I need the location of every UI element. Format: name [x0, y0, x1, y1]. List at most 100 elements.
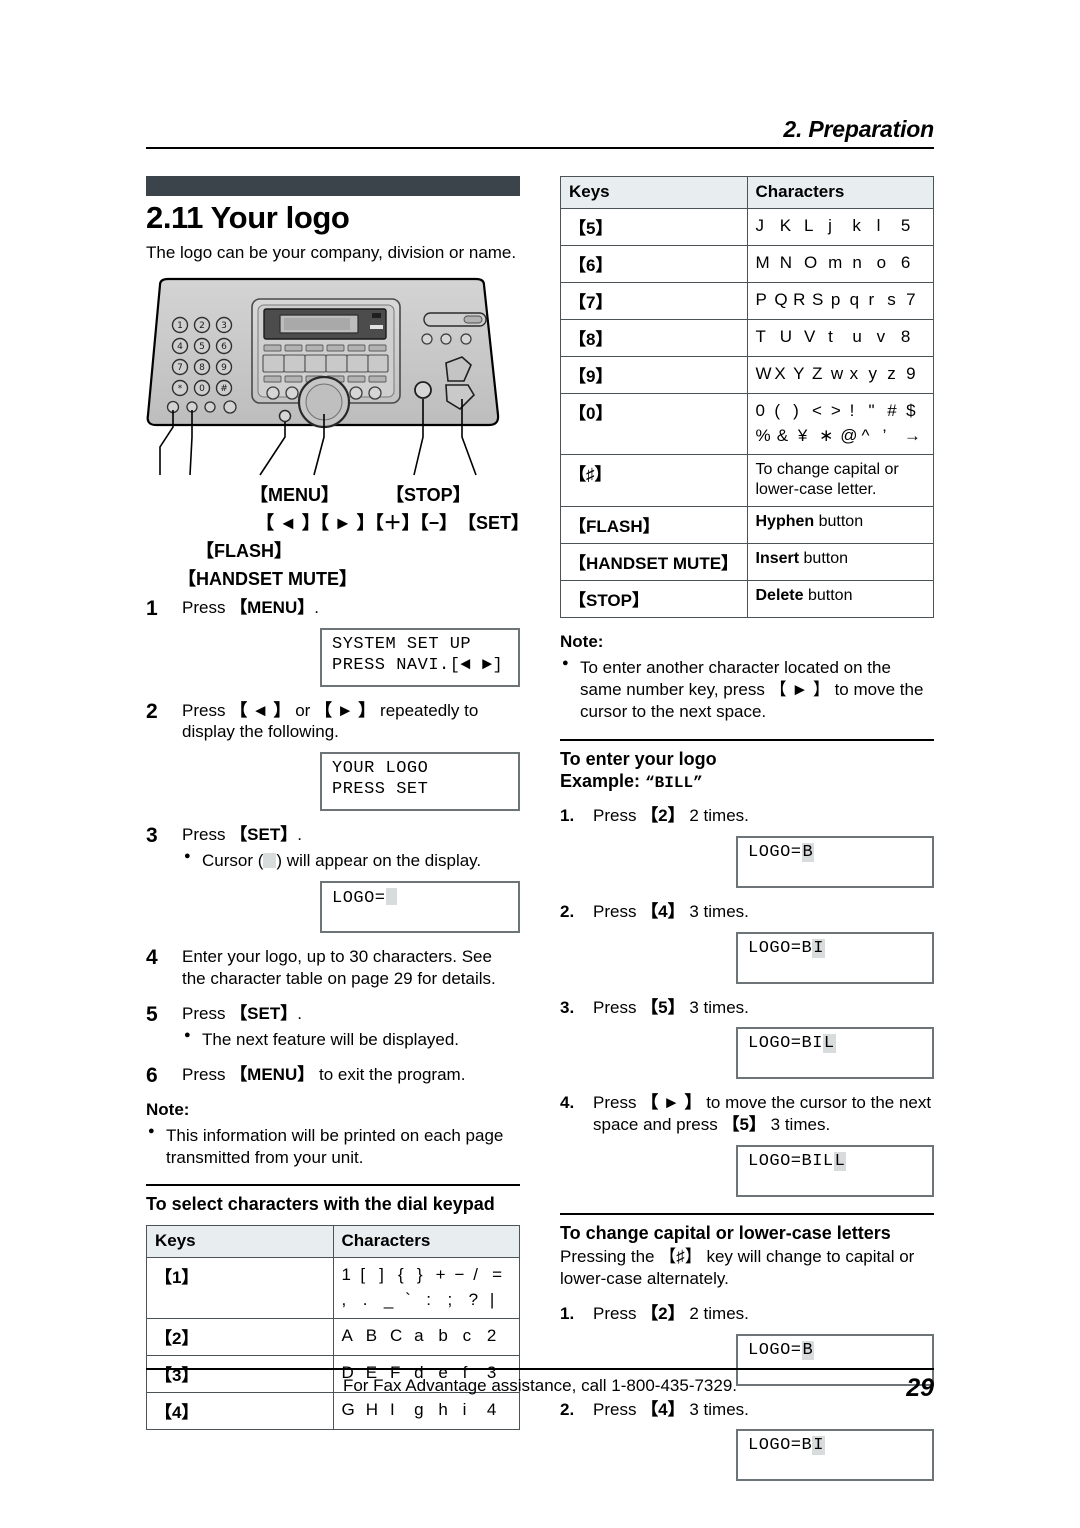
- enter-logo-example: Example: “BILL”: [560, 771, 934, 792]
- table-header-row: Keys Characters: [146, 1224, 520, 1258]
- step-4-number: 4: [146, 946, 158, 970]
- character: a: [414, 1326, 424, 1346]
- key-cell: 【HANDSET MUTE】: [560, 543, 748, 582]
- character: S: [811, 290, 824, 309]
- callout-stop: 【STOP】: [386, 485, 471, 506]
- table-row: 【9】 WXYZwxyz9: [560, 356, 934, 394]
- display-prefix: LOGO=: [748, 1151, 802, 1171]
- footer-row: For Fax Advantage assistance, call 1-800…: [146, 1374, 934, 1404]
- character: u: [852, 327, 862, 346]
- character: !: [849, 401, 855, 420]
- character: ;: [447, 1289, 453, 1309]
- characters-cell: Insert button: [746, 543, 934, 582]
- display-line-2: PRESS NAVI.[◄ ►]: [332, 655, 504, 675]
- table-row: 【6】 MNOmno6: [560, 245, 934, 283]
- callout-menu: 【MENU】: [250, 485, 339, 506]
- character: ]: [379, 1264, 384, 1284]
- step-5-number: 5: [146, 1002, 158, 1026]
- change-case-section: To change capital or lower-case letters …: [560, 1212, 934, 1482]
- svg-text:9: 9: [221, 363, 227, 373]
- display-logo-bi: LOGO=BI: [736, 931, 934, 984]
- character: s: [887, 290, 896, 309]
- column-header-keys: Keys: [146, 1224, 334, 1258]
- character: →: [903, 425, 921, 445]
- svg-text:1: 1: [177, 321, 183, 331]
- table-row: 【2】 ABCabc2: [146, 1318, 520, 1357]
- display-static-chars: BI: [801, 1034, 823, 1054]
- change-case-step-1: 1. Press 【2】 2 times.: [560, 1303, 934, 1325]
- characters-cell: WXYZwxyz9: [746, 356, 934, 394]
- character: 1: [341, 1264, 351, 1284]
- step-3-bullet: Cursor () will appear on the display.: [182, 849, 520, 872]
- illustration-callouts: 【MENU】 【STOP】 【 ◄ 】【 ► 】【＋】【−】 【SET】 【FL…: [146, 479, 529, 589]
- display-logo-bill: LOGO=BILL: [736, 1144, 934, 1197]
- table-header-row: Keys Characters: [560, 176, 934, 209]
- character: Z: [811, 364, 823, 383]
- table-row: 【FLASH】 Hyphen button: [560, 506, 934, 545]
- table-row: 【1】 1 [] {} + − / = ,. _ `:;? |: [146, 1256, 520, 1320]
- svg-text:2: 2: [199, 321, 205, 331]
- character: ’: [882, 425, 887, 445]
- display-system-setup: SYSTEM SET UP PRESS NAVI.[◄ ►]: [320, 628, 520, 687]
- characters-cell: JKLj kl5: [746, 208, 934, 246]
- step-2: 2 Press 【 ◄ 】 or 【 ► 】 repeatedly to dis…: [146, 700, 520, 744]
- characters-cell: To change capital or lower-case letter.: [746, 454, 934, 508]
- step-6-number: 6: [146, 1064, 158, 1088]
- display-cursor-char: B: [801, 1340, 815, 1360]
- key-cell: 【5】: [560, 208, 748, 246]
- example-label: Example:: [560, 771, 641, 792]
- note-bullet-right: To enter another character located on th…: [560, 656, 934, 722]
- example-value: “BILL”: [645, 774, 703, 793]
- svg-text:3: 3: [221, 321, 227, 331]
- key-cell: 【6】: [560, 245, 748, 283]
- character: O: [803, 253, 818, 272]
- character: ": [868, 401, 875, 420]
- characters-cell: PQRSpqrs7: [746, 282, 934, 320]
- key-cell: 【FLASH】: [560, 506, 748, 545]
- character: &: [776, 425, 789, 445]
- step-number: 4.: [560, 1093, 575, 1113]
- button-suffix: button: [814, 513, 864, 531]
- button-name: Delete: [755, 587, 804, 605]
- step-4-text: Enter your logo, up to 30 characters. Se…: [182, 947, 496, 988]
- dial-keypad-table-continued: Keys Characters 【5】 JKLj kl5 【6】 MNOmno6 …: [560, 176, 934, 619]
- characters-cell: 0 () < >! " # $ % & ¥ ∗ @ ^ ’ →: [746, 392, 934, 456]
- character: 9: [906, 364, 916, 383]
- display-your-logo: YOUR LOGO PRESS SET: [320, 752, 520, 811]
- button-suffix: button: [799, 550, 849, 568]
- character: }: [416, 1264, 423, 1284]
- display-prefix: LOGO=: [332, 889, 386, 909]
- cursor-block-icon: [263, 853, 277, 869]
- character: W: [755, 364, 772, 383]
- note-bullet-left: This information will be printed on each…: [146, 1124, 520, 1169]
- svg-text:6: 6: [221, 342, 227, 352]
- step-3-bullet-post: ) will appear on the display.: [276, 851, 482, 871]
- svg-text:0: 0: [199, 384, 205, 394]
- character: ¥: [797, 425, 808, 445]
- svg-text:5: 5: [199, 342, 205, 352]
- step-6: 6 Press 【MENU】 to exit the program.: [146, 1064, 520, 1087]
- display-line-1: SYSTEM SET UP: [332, 635, 472, 655]
- character: %: [755, 425, 771, 445]
- character: B: [365, 1326, 378, 1346]
- character-line: ,. _ `:;? |: [342, 1288, 512, 1313]
- svg-text:8: 8: [199, 363, 205, 373]
- character: x: [849, 364, 859, 383]
- table-row: 【0】 0 () < >! " # $ % & ¥ ∗ @ ^ ’ →: [560, 392, 934, 456]
- step-text: Press 【2】 2 times.: [593, 806, 749, 826]
- display-cursor-char: L: [822, 1034, 836, 1054]
- table-row: 【STOP】 Delete button: [560, 580, 934, 619]
- step-2-text: Press 【 ◄ 】 or 【 ► 】 repeatedly to displ…: [182, 700, 479, 742]
- character: z: [887, 364, 896, 383]
- step-text: Press 【4】 3 times.: [593, 901, 749, 921]
- button-name: Insert: [755, 550, 800, 568]
- key-cell: 【7】: [560, 282, 748, 320]
- character: +: [435, 1264, 446, 1284]
- table-row: 【HANDSET MUTE】 Insert button: [560, 543, 934, 582]
- character-line: MNOmno6: [756, 251, 926, 276]
- footer-rule: [146, 1368, 934, 1370]
- character: c: [462, 1326, 472, 1346]
- enter-logo-step-1: 1. Press 【2】 2 times.: [560, 805, 934, 827]
- character: M: [755, 253, 770, 272]
- enter-logo-section: To enter your logo Example: “BILL” 1. Pr…: [560, 738, 934, 1197]
